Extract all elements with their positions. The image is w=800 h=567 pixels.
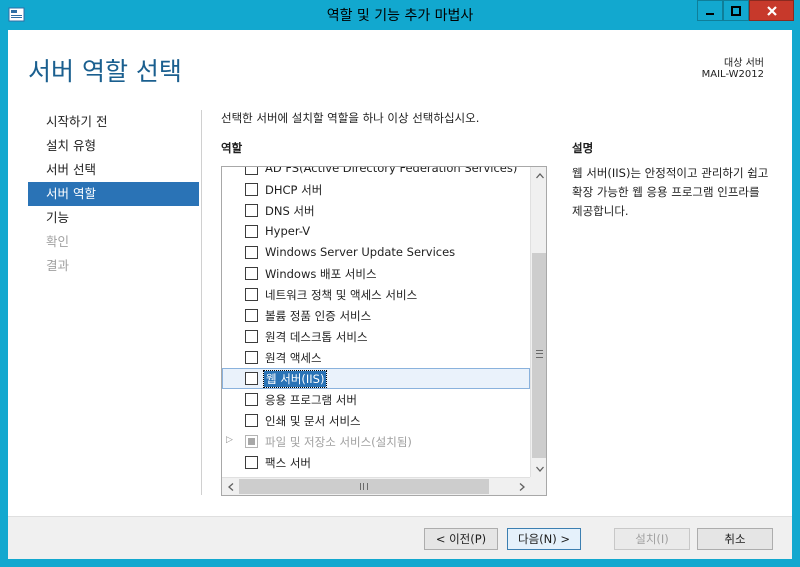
nav-item-confirmation: 확인: [46, 234, 70, 249]
role-item-dns[interactable]: DNS 서버: [222, 200, 530, 221]
minimize-icon: [706, 12, 714, 15]
scroll-left-button[interactable]: [222, 478, 239, 495]
role-label: DNS 서버: [265, 204, 315, 218]
role-checkbox[interactable]: [245, 393, 258, 406]
nav-item-results: 결과: [46, 258, 70, 273]
close-icon: [766, 5, 777, 16]
install-button: 설치(I): [614, 528, 690, 550]
nav-item-server-roles[interactable]: 서버 역할: [28, 182, 199, 206]
scrollbar-corner: [530, 477, 546, 495]
minimize-button[interactable]: [697, 0, 723, 21]
role-item-adfs[interactable]: AD FS(Active Directory Federation Servic…: [222, 167, 530, 179]
roles-header: 역할: [221, 141, 243, 155]
role-checkbox[interactable]: [245, 225, 258, 238]
nav-item-before-you-begin[interactable]: 시작하기 전: [28, 110, 199, 134]
role-checkbox[interactable]: [245, 456, 258, 469]
nav-item-installation-type[interactable]: 설치 유형: [28, 134, 199, 158]
wizard-nav: 시작하기 전 설치 유형 서버 선택 서버 역할 기능 확인 결과: [28, 110, 199, 278]
expand-triangle-icon[interactable]: ▷: [226, 435, 233, 445]
role-checkbox[interactable]: [245, 309, 258, 322]
title-bar[interactable]: 역할 및 기능 추가 마법사: [0, 0, 800, 30]
scroll-grip-icon: [536, 350, 543, 358]
roles-horizontal-scrollbar[interactable]: [222, 477, 530, 495]
roles-vertical-scrollbar[interactable]: [530, 167, 546, 477]
chevron-left-icon: [227, 482, 233, 491]
role-label: 볼륨 정품 인증 서비스: [265, 309, 372, 323]
role-checkbox[interactable]: [245, 183, 258, 196]
role-checkbox[interactable]: [245, 204, 258, 217]
horizontal-scroll-thumb[interactable]: [239, 479, 489, 494]
role-label: 원격 데스크톱 서비스: [265, 330, 368, 344]
vertical-scroll-thumb[interactable]: [532, 253, 546, 458]
role-item-volume-activation[interactable]: 볼륨 정품 인증 서비스: [222, 305, 530, 326]
description-text: 웹 서버(IIS)는 안정적이고 관리하기 쉽고 확장 가능한 웹 응용 프로그…: [572, 166, 769, 218]
role-label: 인쇄 및 문서 서비스: [265, 414, 361, 428]
role-item-remote-access[interactable]: 원격 액세스: [222, 347, 530, 368]
scroll-grip-icon: [360, 483, 368, 490]
maximize-icon: [731, 5, 741, 16]
nav-item-features[interactable]: 기능: [28, 206, 199, 230]
role-label: 네트워크 정책 및 액세스 서비스: [265, 288, 418, 302]
role-label: 원격 액세스: [265, 351, 322, 365]
nav-item-server-selection[interactable]: 서버 선택: [28, 158, 199, 182]
cancel-button[interactable]: 취소: [697, 528, 773, 550]
chevron-right-icon: [519, 482, 525, 491]
role-label: Windows Server Update Services: [265, 245, 456, 259]
wizard-client-area: 서버 역할 선택 대상 서버 MAIL-W2012 시작하기 전 설치 유형 서…: [8, 30, 792, 559]
previous-button[interactable]: < 이전(P): [424, 528, 498, 550]
role-label: AD FS(Active Directory Federation Servic…: [265, 167, 518, 175]
role-item-wds[interactable]: Windows 배포 서비스: [222, 263, 530, 284]
role-label: 팩스 서버: [265, 456, 311, 470]
role-checkbox[interactable]: [245, 167, 258, 175]
close-button[interactable]: [749, 0, 794, 21]
role-item-remote-desktop[interactable]: 원격 데스크톱 서비스: [222, 326, 530, 347]
role-label: DHCP 서버: [265, 183, 323, 197]
role-checkbox[interactable]: [245, 246, 258, 259]
window-frame: 역할 및 기능 추가 마법사 서버 역할 선택 대상 서버 MAIL-W2012…: [0, 0, 800, 567]
role-item-print-document[interactable]: 인쇄 및 문서 서비스: [222, 410, 530, 431]
nav-divider: [201, 110, 202, 495]
maximize-button[interactable]: [723, 0, 749, 21]
scroll-up-button[interactable]: [531, 167, 546, 184]
role-checkbox[interactable]: [245, 267, 258, 280]
role-item-file-storage[interactable]: ▷ 파일 및 저장소 서비스(설치됨): [222, 431, 530, 452]
roles-list-viewport: AD FS(Active Directory Federation Servic…: [222, 167, 530, 477]
page-title: 서버 역할 선택: [28, 57, 182, 86]
role-item-fax-server[interactable]: 팩스 서버: [222, 452, 530, 473]
next-button[interactable]: 다음(N) >: [507, 528, 581, 550]
role-item-wsus[interactable]: Windows Server Update Services: [222, 242, 530, 263]
description-header: 설명: [572, 141, 594, 155]
chevron-up-icon: [535, 172, 544, 178]
scroll-down-button[interactable]: [531, 460, 546, 477]
role-label: 응용 프로그램 서버: [265, 393, 357, 407]
instruction-text: 선택한 서버에 설치할 역할을 하나 이상 선택하십시오.: [221, 111, 480, 125]
role-label: Hyper-V: [265, 224, 311, 238]
role-checkbox[interactable]: [245, 330, 258, 343]
role-item-npas[interactable]: 네트워크 정책 및 액세스 서비스: [222, 284, 530, 305]
scroll-right-button[interactable]: [513, 478, 530, 495]
role-checkbox-installed: [245, 435, 258, 448]
role-checkbox[interactable]: [245, 372, 258, 385]
chevron-down-icon: [535, 466, 544, 472]
role-item-application-server[interactable]: 응용 프로그램 서버: [222, 389, 530, 410]
role-label: 웹 서버(IIS): [262, 370, 328, 388]
role-item-hyper-v[interactable]: Hyper-V: [222, 221, 530, 242]
role-item-web-server-iis[interactable]: 웹 서버(IIS): [222, 368, 530, 389]
role-item-dhcp[interactable]: DHCP 서버: [222, 179, 530, 200]
destination-server-label: 대상 서버: [724, 58, 764, 69]
role-label: 파일 및 저장소 서비스(설치됨): [265, 435, 412, 449]
role-checkbox[interactable]: [245, 351, 258, 364]
role-checkbox[interactable]: [245, 288, 258, 301]
wizard-footer: < 이전(P) 다음(N) > 설치(I) 취소: [8, 516, 792, 559]
roles-list[interactable]: AD FS(Active Directory Federation Servic…: [221, 166, 547, 496]
destination-server-value: MAIL-W2012: [701, 69, 764, 80]
role-label: Windows 배포 서비스: [265, 267, 377, 281]
window-title: 역할 및 기능 추가 마법사: [326, 8, 474, 24]
role-checkbox[interactable]: [245, 414, 258, 427]
